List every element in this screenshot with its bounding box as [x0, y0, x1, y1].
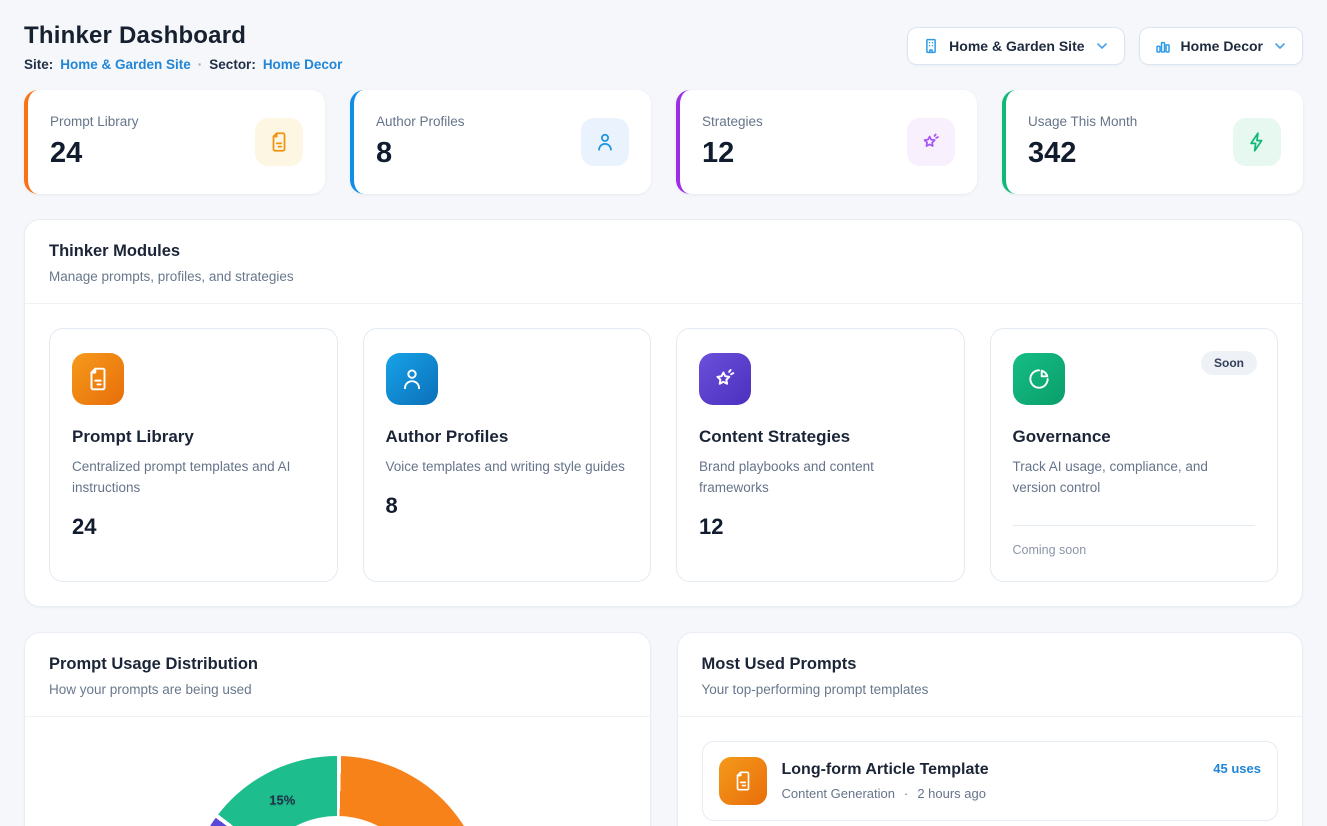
user-icon	[581, 118, 629, 166]
meta-separator: ·	[904, 786, 908, 801]
file-icon	[719, 757, 767, 805]
donut-hole	[247, 816, 427, 826]
module-divider	[1013, 525, 1256, 526]
module-count: 12	[699, 514, 942, 540]
module-card-content-strategies[interactable]: Content Strategies Brand playbooks and c…	[676, 328, 965, 582]
stat-value: 24	[50, 137, 139, 170]
modules-panel-subtitle: Manage prompts, profiles, and strategies	[49, 269, 1278, 284]
dashboard-page: Thinker Dashboard Site: Home & Garden Si…	[0, 0, 1327, 826]
chevron-down-icon	[1272, 38, 1288, 54]
stat-card-strategies: Strategies 12	[676, 90, 977, 194]
chevron-down-icon	[1094, 38, 1110, 54]
header-left: Thinker Dashboard Site: Home & Garden Si…	[24, 22, 342, 72]
stat-card-usage: Usage This Month 342	[1002, 90, 1303, 194]
stat-label: Strategies	[702, 114, 763, 129]
sparkle-star-icon	[907, 118, 955, 166]
sector-selector-dropdown[interactable]: Home Decor	[1139, 27, 1303, 65]
breadcrumb-separator: ·	[198, 57, 203, 72]
file-icon	[255, 118, 303, 166]
donut-slice-label: 15%	[269, 793, 295, 808]
usage-panel-title: Prompt Usage Distribution	[49, 655, 626, 674]
soon-badge: Soon	[1201, 351, 1257, 375]
stat-card-prompt-library: Prompt Library 24	[24, 90, 325, 194]
module-count: 8	[386, 493, 629, 519]
file-icon	[72, 353, 124, 405]
module-description: Centralized prompt templates and AI inst…	[72, 457, 315, 499]
sparkle-star-icon	[699, 353, 751, 405]
coming-soon-text: Coming soon	[1013, 543, 1256, 557]
module-card-author-profiles[interactable]: Author Profiles Voice templates and writ…	[363, 328, 652, 582]
site-link[interactable]: Home & Garden Site	[60, 57, 191, 72]
prompt-uses-badge: 45 uses	[1213, 761, 1261, 776]
prompt-title: Long-form Article Template	[782, 761, 1199, 779]
stat-label: Prompt Library	[50, 114, 139, 129]
page-title: Thinker Dashboard	[24, 22, 342, 50]
site-selector-label: Home & Garden Site	[949, 38, 1084, 54]
stat-label: Author Profiles	[376, 114, 465, 129]
thinker-modules-panel: Thinker Modules Manage prompts, profiles…	[24, 219, 1303, 607]
sector-label: Sector:	[209, 57, 256, 72]
header-selectors: Home & Garden Site Home Decor	[907, 27, 1303, 65]
module-title: Prompt Library	[72, 427, 315, 447]
bottom-panels-row: Prompt Usage Distribution How your promp…	[24, 632, 1303, 826]
usage-panel-subtitle: How your prompts are being used	[49, 682, 626, 697]
module-title: Governance	[1013, 427, 1256, 447]
usage-panel-header: Prompt Usage Distribution How your promp…	[25, 633, 650, 717]
module-title: Author Profiles	[386, 427, 629, 447]
most-used-prompts-panel: Most Used Prompts Your top-performing pr…	[677, 632, 1304, 826]
stat-cards-row: Prompt Library 24 Author Profiles 8	[24, 90, 1303, 194]
bar-chart-icon	[1154, 37, 1172, 55]
stat-value: 342	[1028, 137, 1137, 170]
pie-chart-icon	[1013, 353, 1065, 405]
modules-panel-header: Thinker Modules Manage prompts, profiles…	[25, 220, 1302, 304]
prompt-list: Long-form Article Template Content Gener…	[678, 717, 1303, 826]
prompt-time: 2 hours ago	[917, 786, 986, 801]
site-selector-dropdown[interactable]: Home & Garden Site	[907, 27, 1124, 65]
module-title: Content Strategies	[699, 427, 942, 447]
stat-value: 8	[376, 137, 465, 170]
list-item-long-form-article[interactable]: Long-form Article Template Content Gener…	[702, 741, 1279, 821]
prompts-panel-header: Most Used Prompts Your top-performing pr…	[678, 633, 1303, 717]
stat-value: 12	[702, 137, 763, 170]
breadcrumb: Site: Home & Garden Site · Sector: Home …	[24, 57, 342, 72]
module-count: 24	[72, 514, 315, 540]
prompts-panel-subtitle: Your top-performing prompt templates	[702, 682, 1279, 697]
module-description: Track AI usage, compliance, and version …	[1013, 457, 1256, 499]
module-description: Voice templates and writing style guides	[386, 457, 629, 478]
modules-grid: Prompt Library Centralized prompt templa…	[25, 304, 1302, 606]
module-description: Brand playbooks and content frameworks	[699, 457, 942, 499]
sector-selector-label: Home Decor	[1181, 38, 1263, 54]
user-icon	[386, 353, 438, 405]
stat-label: Usage This Month	[1028, 114, 1137, 129]
zap-icon	[1233, 118, 1281, 166]
stat-card-author-profiles: Author Profiles 8	[350, 90, 651, 194]
module-card-governance[interactable]: Soon Governance Track AI usage, complian…	[990, 328, 1279, 582]
site-label: Site:	[24, 57, 53, 72]
donut-chart-area: 15%	[25, 717, 650, 826]
prompts-panel-title: Most Used Prompts	[702, 655, 1279, 674]
building-icon	[922, 37, 940, 55]
modules-panel-title: Thinker Modules	[49, 242, 1278, 261]
donut-chart[interactable]: 15%	[187, 756, 487, 826]
module-card-prompt-library[interactable]: Prompt Library Centralized prompt templa…	[49, 328, 338, 582]
prompt-category: Content Generation	[782, 786, 895, 801]
prompt-usage-panel: Prompt Usage Distribution How your promp…	[24, 632, 651, 826]
page-header: Thinker Dashboard Site: Home & Garden Si…	[24, 22, 1303, 72]
sector-link[interactable]: Home Decor	[263, 57, 343, 72]
